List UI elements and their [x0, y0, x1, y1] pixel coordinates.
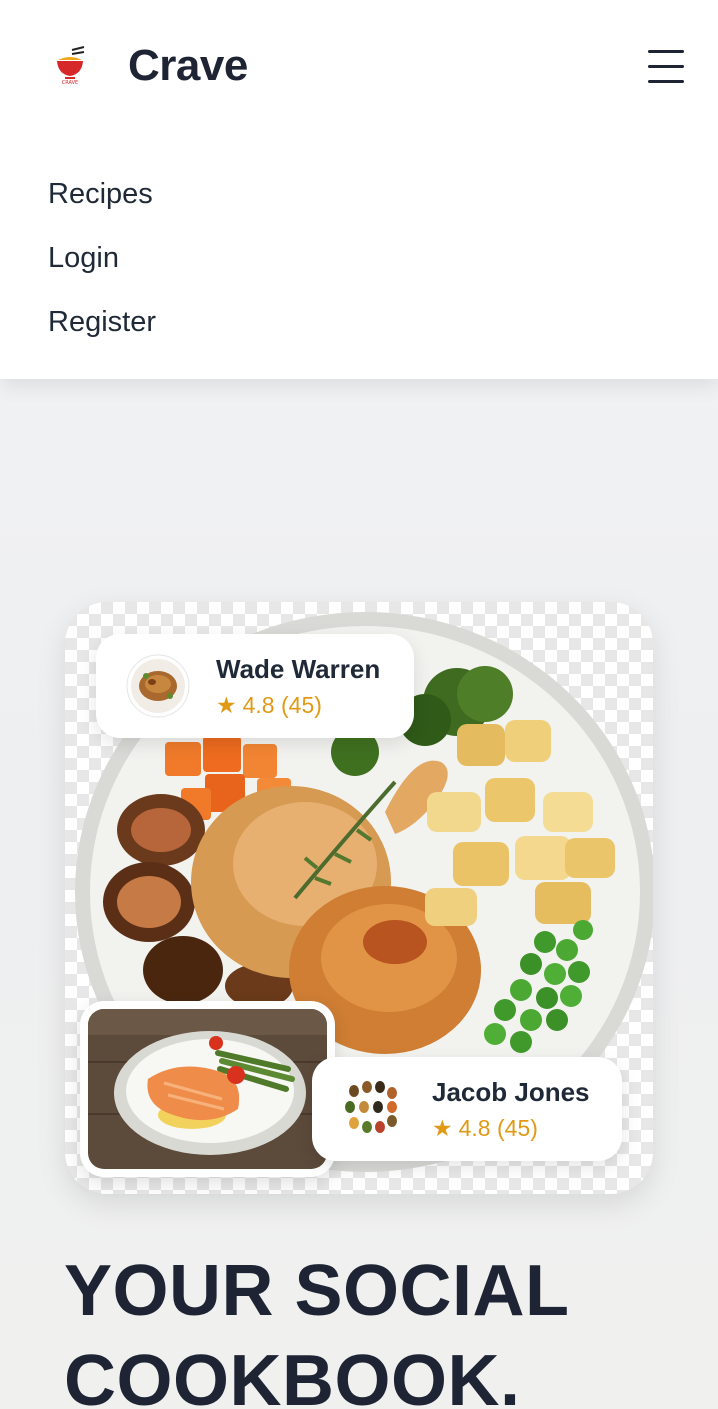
card-rating: ★ 4.8 (45)	[216, 692, 322, 719]
salmon-dish-photo-card[interactable]	[80, 1001, 335, 1177]
recipe-card-jacob-jones[interactable]: Jacob Jones ★ 4.8 (45)	[312, 1057, 622, 1161]
hero-headline-line2: COOKBOOK.	[64, 1341, 521, 1409]
card-author-name: Jacob Jones	[432, 1077, 590, 1107]
card-rating: ★ 4.8 (45)	[432, 1115, 538, 1142]
svg-text:CRAVE: CRAVE	[62, 80, 78, 86]
nav-link-recipes[interactable]: Recipes	[48, 178, 153, 211]
star-icon: ★	[216, 692, 237, 718]
brand-name[interactable]: Crave	[128, 41, 248, 91]
card-author-name: Wade Warren	[216, 654, 381, 684]
avatar	[341, 1078, 403, 1140]
hamburger-menu-icon[interactable]	[644, 46, 688, 88]
hero-headline: YOUR SOCIAL COOKBOOK.	[64, 1246, 664, 1409]
site-header: CRAVE Crave Recipes Login Register	[0, 0, 718, 379]
card-rating-value: 4.8 (45)	[458, 1115, 538, 1141]
hero-headline-line1: YOUR SOCIAL	[64, 1251, 570, 1331]
star-icon: ★	[432, 1115, 453, 1141]
crave-logo-icon[interactable]: CRAVE	[50, 44, 90, 88]
card-rating-value: 4.8 (45)	[242, 692, 322, 718]
avatar	[126, 654, 190, 718]
nav-link-login[interactable]: Login	[48, 242, 119, 275]
salmon-dish-image	[88, 1009, 327, 1169]
nav-link-register[interactable]: Register	[48, 306, 156, 339]
recipe-card-wade-warren[interactable]: Wade Warren ★ 4.8 (45)	[96, 634, 414, 738]
